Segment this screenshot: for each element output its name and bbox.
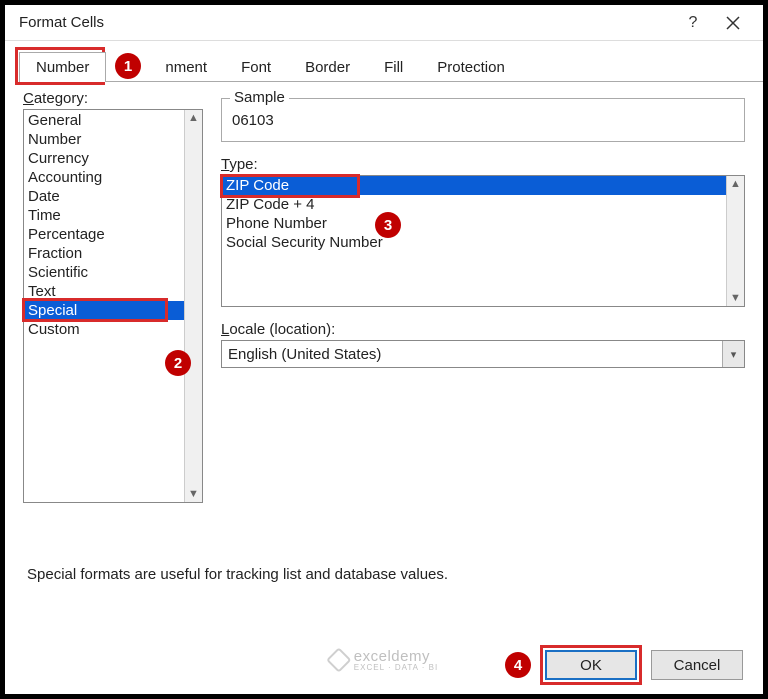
type-item-zip[interactable]: ZIP Code	[222, 176, 726, 195]
chevron-down-icon: ▾	[722, 341, 744, 367]
category-item-accounting[interactable]: Accounting	[24, 168, 184, 187]
category-scrollbar[interactable]: ▲ ▼	[184, 110, 202, 502]
details-panel: Sample 06103 Type: ZIP Code ZIP Code + 4…	[221, 90, 745, 503]
format-cells-dialog: Format Cells ? Number 1 nment Font Borde…	[0, 0, 768, 699]
locale-dropdown[interactable]: English (United States) ▾	[221, 340, 745, 368]
description-text: Special formats are useful for tracking …	[27, 566, 448, 583]
category-item-general[interactable]: General	[24, 111, 184, 130]
window-title: Format Cells	[19, 14, 673, 31]
tab-fill[interactable]: Fill	[367, 52, 420, 82]
watermark-logo-icon	[326, 647, 351, 672]
close-button[interactable]	[713, 9, 753, 37]
type-items: ZIP Code ZIP Code + 4 Phone Number Socia…	[222, 176, 726, 306]
category-item-percentage[interactable]: Percentage	[24, 225, 184, 244]
annotation-marker-4: 4	[505, 652, 531, 678]
scroll-down-icon: ▼	[730, 290, 741, 306]
category-listbox[interactable]: General Number Currency Accounting Date …	[23, 109, 203, 503]
footer-buttons: 4 OK Cancel	[505, 650, 743, 680]
watermark: exceldemy EXCEL · DATA · BI	[330, 648, 438, 672]
type-label: Type:	[221, 156, 745, 173]
scroll-down-icon: ▼	[188, 486, 199, 502]
tab-font[interactable]: Font	[224, 52, 288, 82]
category-panel: Category: General Number Currency Accoun…	[23, 90, 203, 503]
category-item-fraction[interactable]: Fraction	[24, 244, 184, 263]
category-items: General Number Currency Accounting Date …	[24, 110, 184, 502]
locale-value: English (United States)	[228, 346, 381, 363]
category-item-scientific[interactable]: Scientific	[24, 263, 184, 282]
sample-group: Sample 06103	[221, 98, 745, 142]
ok-button[interactable]: OK	[545, 650, 637, 680]
tab-protection[interactable]: Protection	[420, 52, 522, 82]
type-listbox[interactable]: ZIP Code ZIP Code + 4 Phone Number Socia…	[221, 175, 745, 307]
scroll-up-icon: ▲	[188, 110, 199, 126]
sample-value: 06103	[232, 112, 274, 129]
close-icon	[726, 16, 740, 30]
annotation-marker-3: 3	[375, 212, 401, 238]
category-item-date[interactable]: Date	[24, 187, 184, 206]
tab-border[interactable]: Border	[288, 52, 367, 82]
locale-label: Locale (location):	[221, 321, 745, 338]
help-button[interactable]: ?	[673, 9, 713, 37]
scroll-up-icon: ▲	[730, 176, 741, 192]
cancel-button[interactable]: Cancel	[651, 650, 743, 680]
watermark-tagline: EXCEL · DATA · BI	[354, 663, 438, 672]
category-item-custom[interactable]: Custom	[24, 320, 184, 339]
titlebar: Format Cells ?	[5, 5, 763, 41]
type-item-ssn[interactable]: Social Security Number	[222, 233, 726, 252]
category-item-time[interactable]: Time	[24, 206, 184, 225]
category-item-text[interactable]: Text	[24, 282, 184, 301]
type-item-phone[interactable]: Phone Number	[222, 214, 726, 233]
category-item-number[interactable]: Number	[24, 130, 184, 149]
annotation-marker-2: 2	[165, 350, 191, 376]
annotation-marker-1: 1	[115, 53, 141, 79]
dialog-body: Category: General Number Currency Accoun…	[5, 82, 763, 503]
tab-strip: Number 1 nment Font Border Fill Protecti…	[19, 51, 763, 82]
tab-alignment[interactable]: nment	[148, 52, 224, 82]
category-item-special[interactable]: Special	[24, 301, 184, 320]
sample-label: Sample	[230, 89, 289, 106]
tab-number[interactable]: Number	[19, 52, 106, 82]
type-item-zip4[interactable]: ZIP Code + 4	[222, 195, 726, 214]
type-scrollbar[interactable]: ▲ ▼	[726, 176, 744, 306]
category-item-currency[interactable]: Currency	[24, 149, 184, 168]
category-label: Category:	[23, 90, 203, 107]
